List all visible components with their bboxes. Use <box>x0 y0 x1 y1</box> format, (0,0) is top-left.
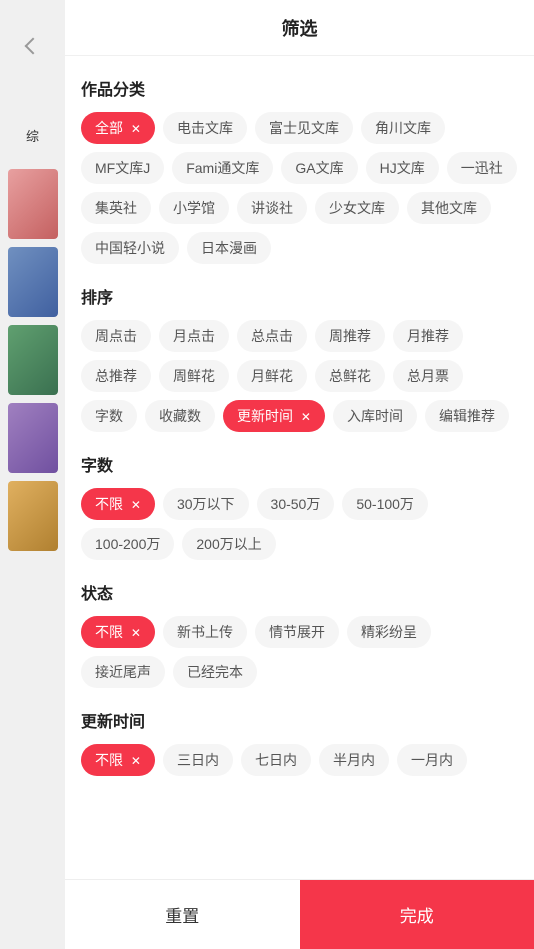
category-tags: 全部 ✕ 电击文库 富士见文库 角川文库 MF文库J Fami通文库 GA文库 … <box>81 112 518 264</box>
side-book-cover-5 <box>8 481 58 551</box>
section-status-title: 状态 <box>81 580 518 604</box>
tag-sort-5[interactable]: 总推荐 <box>81 360 151 392</box>
back-button[interactable] <box>17 30 49 62</box>
tag-sort-3[interactable]: 周推荐 <box>315 320 385 352</box>
side-book-cover-2 <box>8 247 58 317</box>
tag-word-count-0[interactable]: 不限 ✕ <box>81 488 155 520</box>
tag-sort-6[interactable]: 周鲜花 <box>159 360 229 392</box>
tag-category-8[interactable]: 一迅社 <box>447 152 517 184</box>
tag-category-12[interactable]: 少女文库 <box>315 192 399 224</box>
tag-status-0[interactable]: 不限 ✕ <box>81 616 155 648</box>
tag-status-5[interactable]: 已经完本 <box>173 656 257 688</box>
filter-content: 作品分类 全部 ✕ 电击文库 富士见文库 角川文库 MF文库J Fami通文库 … <box>65 56 534 949</box>
tag-sort-13[interactable]: 入库时间 <box>333 400 417 432</box>
tag-category-15[interactable]: 日本漫画 <box>187 232 271 264</box>
sort-tags: 周点击 月点击 总点击 周推荐 月推荐 总推荐 周鲜花 月鲜花 总鲜花 总月票 … <box>81 320 518 432</box>
side-panel: 综 <box>0 0 65 949</box>
footer: 重置 完成 <box>65 879 534 949</box>
tag-category-9[interactable]: 集英社 <box>81 192 151 224</box>
update-time-tags: 不限 ✕ 三日内 七日内 半月内 一月内 <box>81 744 518 776</box>
tag-sort-7[interactable]: 月鲜花 <box>237 360 307 392</box>
tag-category-7[interactable]: HJ文库 <box>366 152 439 184</box>
tag-word-count-5[interactable]: 200万以上 <box>182 528 275 560</box>
side-book-cover-3 <box>8 325 58 395</box>
tag-status-1[interactable]: 新书上传 <box>163 616 247 648</box>
tag-sort-8[interactable]: 总鲜花 <box>315 360 385 392</box>
tag-update-time-0[interactable]: 不限 ✕ <box>81 744 155 776</box>
tag-update-time-3[interactable]: 半月内 <box>319 744 389 776</box>
section-category: 作品分类 全部 ✕ 电击文库 富士见文库 角川文库 MF文库J Fami通文库 … <box>81 76 518 264</box>
chevron-left-icon <box>24 38 41 55</box>
header: 筛选 <box>65 0 534 56</box>
section-sort-title: 排序 <box>81 284 518 308</box>
tag-status-4[interactable]: 接近尾声 <box>81 656 165 688</box>
tag-word-count-4[interactable]: 100-200万 <box>81 528 174 560</box>
section-update-time-title: 更新时间 <box>81 708 518 732</box>
tag-sort-10[interactable]: 字数 <box>81 400 137 432</box>
tag-category-13[interactable]: 其他文库 <box>407 192 491 224</box>
side-image-list <box>8 169 58 551</box>
section-status: 状态 不限 ✕ 新书上传 情节展开 精彩纷呈 接近尾声 已经完本 <box>81 580 518 688</box>
tag-status-2[interactable]: 情节展开 <box>255 616 339 648</box>
section-sort: 排序 周点击 月点击 总点击 周推荐 月推荐 总推荐 周鲜花 月鲜花 总鲜花 总… <box>81 284 518 432</box>
close-icon[interactable]: ✕ <box>131 122 141 136</box>
tag-category-3[interactable]: 角川文库 <box>361 112 445 144</box>
tag-category-2[interactable]: 富士见文库 <box>255 112 353 144</box>
close-icon[interactable]: ✕ <box>131 626 141 640</box>
side-book-cover-4 <box>8 403 58 473</box>
tag-category-1[interactable]: 电击文库 <box>163 112 247 144</box>
tag-sort-2[interactable]: 总点击 <box>237 320 307 352</box>
tag-sort-1[interactable]: 月点击 <box>159 320 229 352</box>
tag-sort-12[interactable]: 更新时间 ✕ <box>223 400 325 432</box>
tag-category-4[interactable]: MF文库J <box>81 152 164 184</box>
section-word-count: 字数 不限 ✕ 30万以下 30-50万 50-100万 100-200万 20… <box>81 452 518 560</box>
status-tags: 不限 ✕ 新书上传 情节展开 精彩纷呈 接近尾声 已经完本 <box>81 616 518 688</box>
section-update-time: 更新时间 不限 ✕ 三日内 七日内 半月内 一月内 <box>81 708 518 776</box>
tag-category-11[interactable]: 讲谈社 <box>237 192 307 224</box>
tag-category-14[interactable]: 中国轻小说 <box>81 232 179 264</box>
tag-category-10[interactable]: 小学馆 <box>159 192 229 224</box>
tag-sort-11[interactable]: 收藏数 <box>145 400 215 432</box>
tag-sort-9[interactable]: 总月票 <box>393 360 463 392</box>
page-title: 筛选 <box>282 15 318 41</box>
main-panel: 筛选 作品分类 全部 ✕ 电击文库 富士见文库 角川文库 MF文库J Fami通… <box>65 0 534 949</box>
tag-category-5[interactable]: Fami通文库 <box>172 152 273 184</box>
close-icon[interactable]: ✕ <box>131 498 141 512</box>
tag-sort-0[interactable]: 周点击 <box>81 320 151 352</box>
tag-update-time-2[interactable]: 七日内 <box>241 744 311 776</box>
tag-update-time-1[interactable]: 三日内 <box>163 744 233 776</box>
side-book-cover-1 <box>8 169 58 239</box>
close-icon[interactable]: ✕ <box>131 754 141 768</box>
section-word-count-title: 字数 <box>81 452 518 476</box>
side-pill[interactable]: 综 <box>16 122 49 149</box>
tag-word-count-3[interactable]: 50-100万 <box>342 488 428 520</box>
tag-status-3[interactable]: 精彩纷呈 <box>347 616 431 648</box>
tag-sort-4[interactable]: 月推荐 <box>393 320 463 352</box>
tag-category-6[interactable]: GA文库 <box>281 152 357 184</box>
tag-category-0[interactable]: 全部 ✕ <box>81 112 155 144</box>
word-count-tags: 不限 ✕ 30万以下 30-50万 50-100万 100-200万 200万以… <box>81 488 518 560</box>
confirm-button[interactable]: 完成 <box>300 880 534 949</box>
section-category-title: 作品分类 <box>81 76 518 100</box>
reset-button[interactable]: 重置 <box>65 880 300 949</box>
tag-sort-14[interactable]: 编辑推荐 <box>425 400 509 432</box>
tag-word-count-1[interactable]: 30万以下 <box>163 488 249 520</box>
tag-word-count-2[interactable]: 30-50万 <box>257 488 335 520</box>
close-icon[interactable]: ✕ <box>301 410 311 424</box>
tag-update-time-4[interactable]: 一月内 <box>397 744 467 776</box>
